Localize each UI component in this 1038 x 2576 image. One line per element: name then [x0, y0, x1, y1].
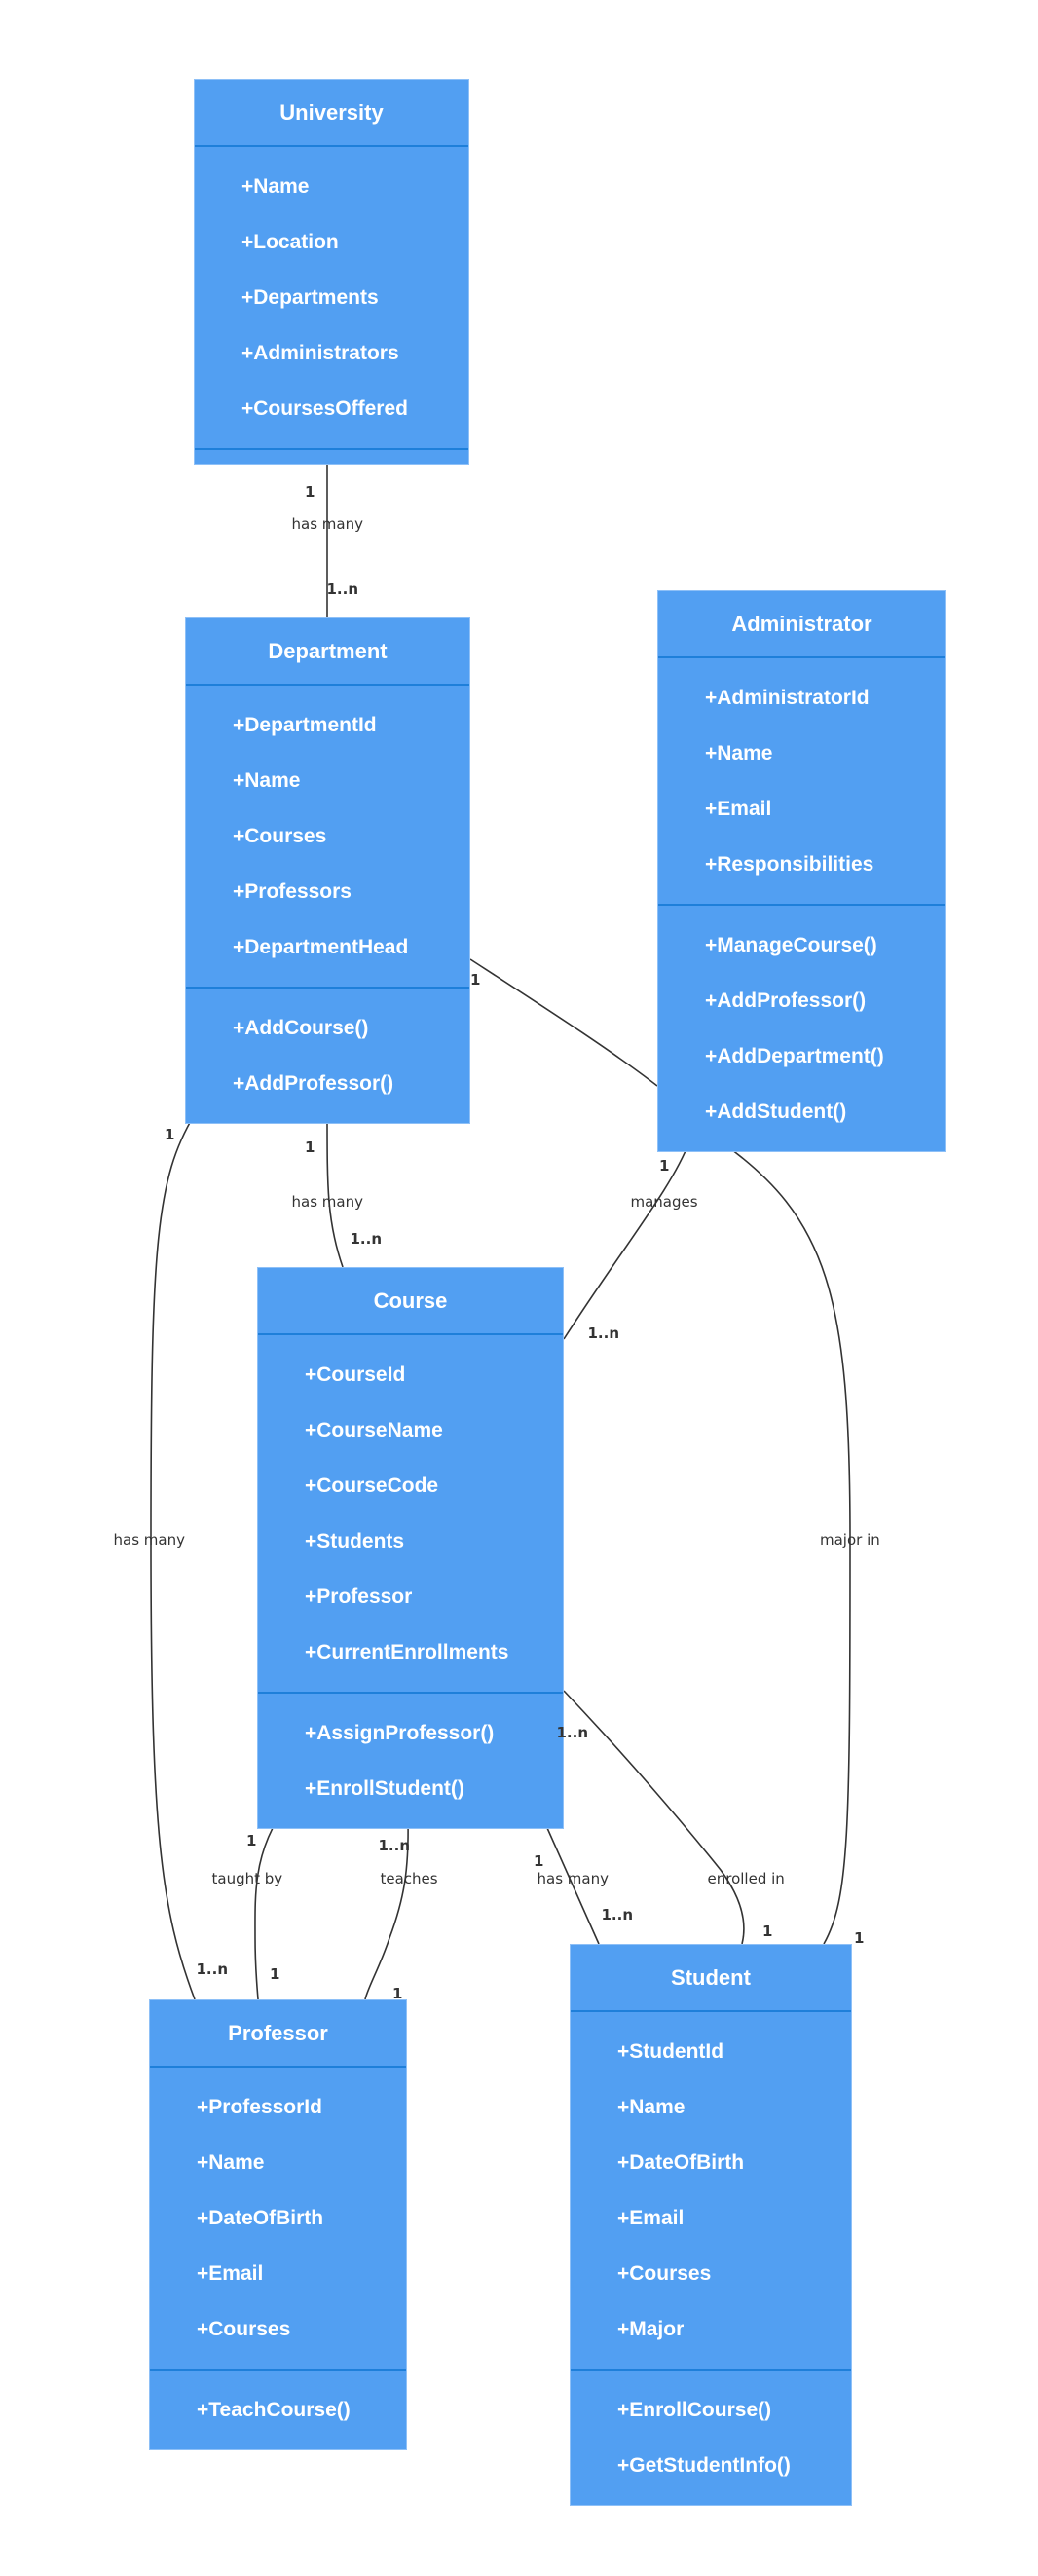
attribute: +Name	[241, 174, 310, 198]
multiplicity-label: 1	[854, 1928, 865, 1947]
attribute: +DepartmentId	[233, 713, 377, 736]
relationship-department-professor[interactable]	[150, 1113, 196, 2000]
multiplicity-label: 1	[392, 1984, 403, 2002]
class-university[interactable]: University +Name +Location +Departments +Adm…	[194, 79, 469, 465]
relationship-label: teaches	[380, 1869, 438, 1887]
attribute: +StudentId	[617, 2039, 724, 2063]
relationship-label: has many	[291, 514, 363, 533]
multiplicity-label: 1	[305, 482, 315, 501]
attribute: +AdministratorId	[705, 686, 870, 709]
attributes-section: +AdministratorId +Name +Email +Responsibili…	[658, 658, 945, 904]
relationship-label: manages	[630, 1192, 698, 1211]
method: +AssignProfessor()	[305, 1721, 495, 1744]
attribute: +ProfessorId	[197, 2095, 322, 2118]
relationship-label: taught by	[211, 1869, 283, 1887]
multiplicity-label: 1	[470, 970, 481, 989]
attribute: +Name	[705, 741, 773, 765]
attributes-section: +CourseId +CourseName +CourseCode +Students…	[258, 1335, 563, 1692]
methods-section: +AssignProfessor() +EnrollStudent()	[258, 1692, 563, 1828]
methods-section: +TeachCourse()	[150, 2369, 406, 2449]
methods-section: +EnrollCourse() +GetStudentInfo()	[571, 2369, 851, 2505]
attribute: +Departments	[241, 285, 379, 309]
attribute: +Name	[233, 768, 301, 792]
methods-section: +AddCourse() +AddProfessor()	[186, 987, 469, 1123]
method: +AddStudent()	[705, 1100, 847, 1123]
attribute: +Email	[197, 2261, 264, 2285]
attribute: +CourseName	[305, 1418, 443, 1441]
class-name: Course	[258, 1268, 563, 1335]
multiplicity-label: 1..n	[587, 1324, 620, 1342]
class-name: University	[195, 80, 468, 147]
multiplicity-label: 1..n	[350, 1229, 383, 1248]
relationship-label: has many	[291, 1192, 363, 1211]
attribute: +DateOfBirth	[197, 2206, 324, 2229]
multiplicity-label: 1..n	[378, 1836, 411, 1854]
multiplicity-label: 1	[762, 1922, 773, 1940]
multiplicity-label: 1	[305, 1138, 315, 1156]
attribute: +Courses	[233, 824, 327, 847]
relationship-student-course-enrolled[interactable]	[563, 1690, 745, 1945]
attributes-section: +StudentId +Name +DateOfBirth +Email +Course…	[571, 2012, 851, 2369]
multiplicity-label: 1..n	[556, 1723, 589, 1741]
method: +AddDepartment()	[705, 1044, 884, 1067]
relationship-label: enrolled in	[707, 1869, 785, 1887]
relationship-department-course[interactable]	[326, 1113, 344, 1268]
attribute: +Courses	[617, 2261, 712, 2285]
relationship-label: has many	[537, 1869, 609, 1887]
attribute: +CourseCode	[305, 1474, 439, 1497]
relationship-label: has many	[113, 1530, 185, 1549]
attributes-section: +ProfessorId +Name +DateOfBirth +Email +Cour…	[150, 2068, 406, 2369]
method: +AddProfessor()	[705, 989, 867, 1012]
class-name: Professor	[150, 2000, 406, 2068]
relationship-administrator-course[interactable]	[563, 1140, 690, 1340]
method: +EnrollStudent()	[305, 1776, 464, 1800]
class-professor[interactable]: Professor +ProfessorId +Name +DateOfBirth +E…	[149, 1999, 407, 2450]
class-student[interactable]: Student +StudentId +Name +DateOfBirth +Email…	[570, 1944, 852, 2506]
attribute: +CurrentEnrollments	[305, 1640, 509, 1663]
multiplicity-label: 1	[659, 1156, 670, 1175]
attribute: +Responsibilities	[705, 852, 874, 876]
attribute: +Location	[241, 230, 339, 253]
class-course[interactable]: Course +CourseId +CourseName +CourseCode +St…	[257, 1267, 564, 1829]
attribute: +Professors	[233, 879, 352, 903]
attribute: +Name	[617, 2095, 686, 2118]
relationship-label: major in	[820, 1530, 880, 1549]
methods-section	[195, 448, 468, 464]
attribute: +Email	[617, 2206, 685, 2229]
attribute: +CourseId	[305, 1363, 406, 1386]
method: +TeachCourse()	[197, 2398, 351, 2421]
diagram-canvas: University +Name +Location +Departments +Adm…	[0, 0, 1038, 2576]
multiplicity-label: 1	[270, 1964, 280, 1983]
method: +ManageCourse()	[705, 933, 877, 956]
attribute: +Major	[617, 2317, 685, 2340]
methods-section: +ManageCourse() +AddProfessor() +AddDepart…	[658, 904, 945, 1151]
multiplicity-label: 1..n	[601, 1905, 634, 1923]
attribute: +DepartmentHead	[233, 935, 409, 958]
multiplicity-label: 1	[165, 1125, 175, 1143]
attribute: +Professor	[305, 1585, 413, 1608]
class-name: Department	[186, 618, 469, 686]
multiplicity-label: 1..n	[326, 579, 359, 598]
multiplicity-label: 1..n	[196, 1960, 229, 1978]
attribute: +CoursesOffered	[241, 396, 408, 420]
method: +EnrollCourse()	[617, 2398, 772, 2421]
attributes-section: +DepartmentId +Name +Courses +Professors +De…	[186, 686, 469, 987]
method: +AddCourse()	[233, 1016, 369, 1039]
attribute: +Email	[705, 797, 772, 820]
class-administrator[interactable]: Administrator +AdministratorId +Name +Email…	[657, 590, 946, 1152]
relationship-department-administrator[interactable]	[469, 958, 658, 1087]
attribute: +Name	[197, 2150, 265, 2174]
method: +AddProfessor()	[233, 1071, 394, 1095]
class-name: Administrator	[658, 591, 945, 658]
attributes-section: +Name +Location +Departments +Administrator…	[195, 147, 468, 448]
attribute: +Courses	[197, 2317, 291, 2340]
class-name: Student	[571, 1945, 851, 2012]
attribute: +Administrators	[241, 341, 399, 364]
attribute: +DateOfBirth	[617, 2150, 745, 2174]
attribute: +Students	[305, 1529, 405, 1552]
method: +GetStudentInfo()	[617, 2453, 791, 2477]
multiplicity-label: 1	[534, 1851, 544, 1870]
class-department[interactable]: Department +DepartmentId +Name +Courses +Pro…	[185, 617, 470, 1124]
multiplicity-label: 1	[246, 1831, 257, 1849]
